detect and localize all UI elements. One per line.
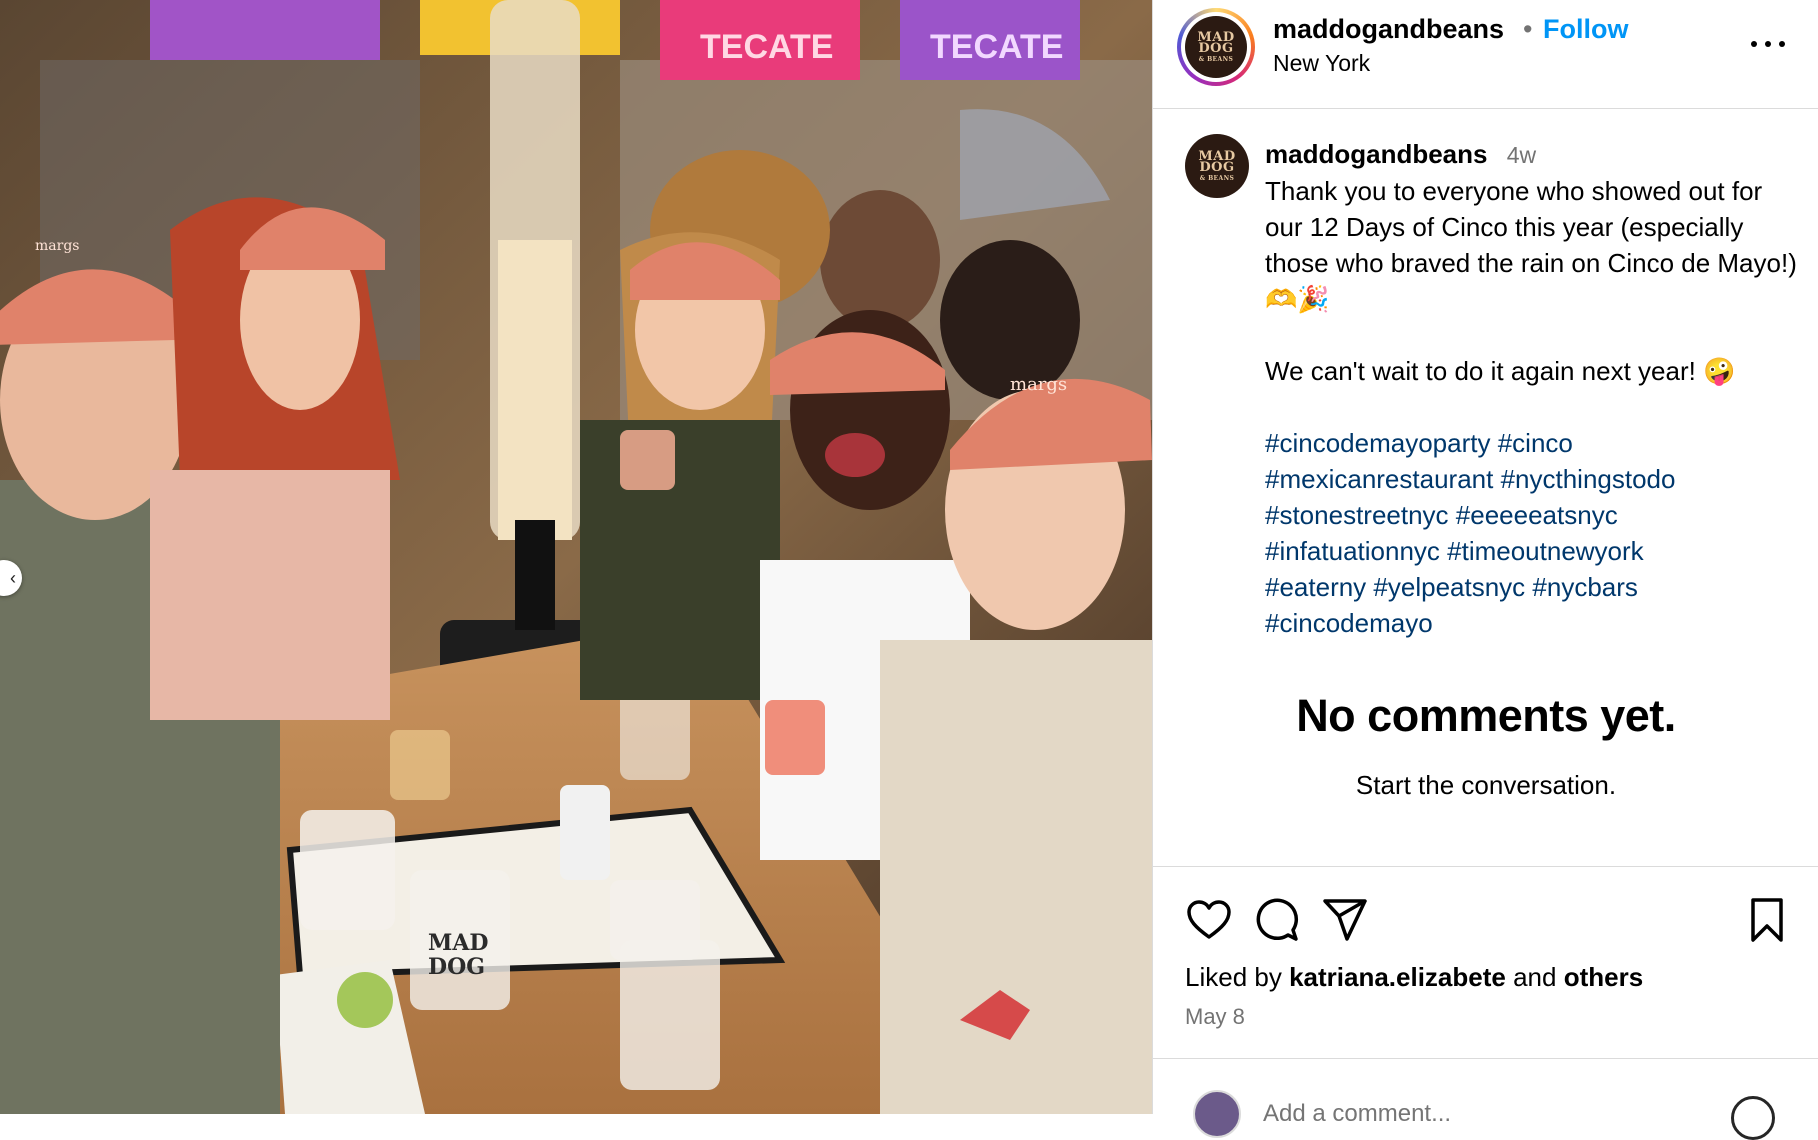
emoji-icon[interactable] <box>1731 1096 1775 1140</box>
banner-text-1: TECATE <box>700 28 833 66</box>
hashtag[interactable]: #yelpeatsnyc <box>1373 572 1525 602</box>
header-username[interactable]: maddogandbeans <box>1273 14 1504 45</box>
no-comments-title: No comments yet. <box>1296 690 1676 741</box>
comment-icon[interactable] <box>1253 896 1301 944</box>
liked-by-user[interactable]: katriana.elizabete <box>1289 962 1506 992</box>
cup-logo-line-1: MAD <box>428 930 489 956</box>
divider <box>1153 866 1818 867</box>
caption-avatar[interactable]: MAD DOG & BEANS <box>1185 134 1249 198</box>
header-dot: • <box>1523 14 1533 44</box>
location-link[interactable]: New York <box>1273 50 1370 77</box>
caption-avatar-logo-3: & BEANS <box>1199 174 1235 182</box>
liked-by-others[interactable]: others <box>1564 962 1643 992</box>
bookmark-icon[interactable] <box>1743 896 1791 944</box>
caption-paragraph-2: We can't wait to do it again next year! … <box>1265 356 1736 386</box>
hashtag[interactable]: #mexicanrestaurant <box>1265 464 1493 494</box>
hashtag[interactable]: #timeoutnewyork <box>1447 536 1644 566</box>
liked-by-and: and <box>1513 962 1557 992</box>
start-conversation-text: Start the conversation. <box>1355 770 1617 800</box>
hashtag[interactable]: #nycbars <box>1532 572 1638 602</box>
story-ring[interactable]: MAD DOG & BEANS <box>1177 8 1255 86</box>
hashtag[interactable]: #infatuationnyc <box>1265 536 1440 566</box>
divider <box>1153 1058 1818 1059</box>
avatar[interactable]: MAD DOG & BEANS <box>1185 16 1247 78</box>
hashtag[interactable]: #eeeeeatsnyc <box>1456 500 1618 530</box>
cup-logo-line-2: DOG <box>428 954 485 980</box>
post-date[interactable]: May 8 <box>1185 1004 1245 1030</box>
heart-icon[interactable] <box>1185 896 1233 944</box>
follow-button[interactable]: Follow <box>1543 14 1628 45</box>
hashtag[interactable]: #cinco <box>1498 428 1573 458</box>
more-icon[interactable] <box>1749 32 1789 56</box>
avatar-logo-line-2: DOG <box>1198 41 1234 57</box>
hashtag-list: #cincodemayoparty #cinco #mexicanrestaur… <box>1265 425 1805 641</box>
hashtag[interactable]: #eaterny <box>1265 572 1366 602</box>
caption-text: maddogandbeans 4w Thank you to everyone … <box>1265 136 1805 641</box>
liked-by-prefix: Liked by <box>1185 962 1282 992</box>
caption-avatar-logo-2: DOG <box>1199 160 1235 176</box>
hat-text-1: margs <box>35 238 79 254</box>
post-photo[interactable]: TECATE TECATE MAD DOG margs margs ‹ <box>0 0 1152 1114</box>
post-header: MAD DOG & BEANS maddogandbeans • Follow … <box>1153 0 1818 109</box>
liked-by: Liked by katriana.elizabete and others <box>1185 962 1643 993</box>
share-icon[interactable] <box>1321 896 1369 944</box>
hashtag[interactable]: #stonestreetnyc <box>1265 500 1449 530</box>
photo-illustration: TECATE TECATE MAD DOG margs margs <box>0 0 1152 1114</box>
caption-time[interactable]: 4w <box>1507 142 1536 168</box>
caption-username[interactable]: maddogandbeans <box>1265 139 1487 169</box>
avatar <box>1193 1090 1241 1138</box>
hat-text-5: margs <box>1010 374 1067 395</box>
comment-input[interactable] <box>1261 1098 1705 1130</box>
hashtag[interactable]: #cincodemayoparty <box>1265 428 1490 458</box>
caption-paragraph-1: Thank you to everyone who showed out for… <box>1265 176 1797 314</box>
banner-text-2: TECATE <box>930 28 1063 66</box>
post-detail-panel: MAD DOG & BEANS maddogandbeans • Follow … <box>1152 0 1818 1140</box>
hashtag[interactable]: #cincodemayo <box>1265 608 1433 638</box>
avatar-logo-line-3: & BEANS <box>1198 55 1234 63</box>
hashtag[interactable]: #nycthingstodo <box>1501 464 1676 494</box>
